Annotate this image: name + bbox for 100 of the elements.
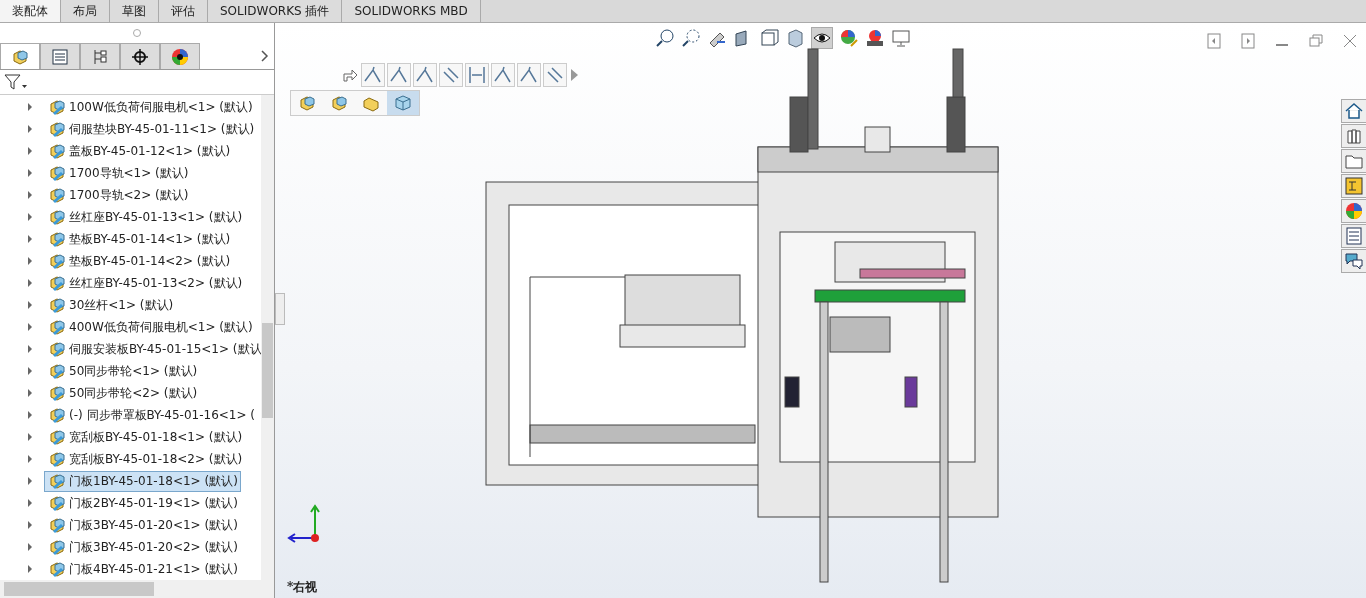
zoom-fit-icon[interactable] bbox=[655, 28, 675, 48]
hide-show-eye-icon[interactable] bbox=[811, 27, 833, 49]
configuration-icon bbox=[91, 47, 109, 66]
expand-arrow-icon[interactable] bbox=[28, 147, 32, 155]
expand-arrow-icon[interactable] bbox=[28, 257, 32, 265]
angle-mate-icon[interactable] bbox=[517, 63, 541, 87]
component-icon bbox=[47, 383, 67, 403]
assembly-icon bbox=[329, 93, 349, 113]
tree-item[interactable]: 50同步带轮<2> (默认) bbox=[44, 382, 201, 404]
distance-mate-icon[interactable] bbox=[465, 63, 489, 87]
tree-item[interactable]: 门板3BY-45-01-20<2> (默认) bbox=[44, 536, 241, 558]
crosshair-icon bbox=[131, 47, 149, 66]
expand-arrow-icon[interactable] bbox=[28, 235, 32, 243]
expand-arrow-icon[interactable] bbox=[28, 367, 32, 375]
zoom-area-icon[interactable] bbox=[681, 28, 701, 48]
play-icon[interactable] bbox=[569, 68, 579, 82]
tree-item[interactable]: 门板3BY-45-01-20<1> (默认) bbox=[44, 514, 241, 536]
tree-item[interactable]: 垫板BY-45-01-14<1> (默认) bbox=[44, 228, 234, 250]
home-icon[interactable] bbox=[1344, 101, 1364, 121]
component-icon bbox=[47, 141, 67, 161]
angle-mate-icon[interactable] bbox=[361, 63, 385, 87]
chat-icon[interactable] bbox=[1344, 251, 1364, 271]
breadcrumb-item[interactable] bbox=[387, 91, 419, 115]
scene-icon[interactable] bbox=[865, 28, 885, 48]
component-icon bbox=[47, 537, 67, 557]
cube-icon bbox=[393, 93, 413, 113]
expand-arrow-icon[interactable] bbox=[28, 521, 32, 529]
tree-item[interactable]: 1700导轨<1> (默认) bbox=[44, 162, 192, 184]
tree-item[interactable]: 1700导轨<2> (默认) bbox=[44, 184, 192, 206]
component-icon bbox=[47, 163, 67, 183]
parallel-mate-icon[interactable] bbox=[543, 63, 567, 87]
component-icon bbox=[47, 207, 67, 227]
angle-mate-icon[interactable] bbox=[413, 63, 437, 87]
expand-arrow-icon[interactable] bbox=[28, 191, 32, 199]
expand-arrow-icon[interactable] bbox=[28, 301, 32, 309]
expand-arrow-icon[interactable] bbox=[28, 455, 32, 463]
expand-arrow-icon[interactable] bbox=[28, 499, 32, 507]
view-label: *右视 bbox=[287, 579, 318, 596]
panel-tab[interactable] bbox=[160, 43, 200, 69]
tree-item[interactable]: 宽刮板BY-45-01-18<2> (默认) bbox=[44, 448, 246, 470]
tree-item[interactable]: 400W低负荷伺服电机<1> (默认) bbox=[44, 316, 256, 338]
scrollbar-thumb[interactable] bbox=[4, 582, 154, 596]
command-tab[interactable]: 装配体 bbox=[0, 0, 61, 22]
panel-collapse-handle[interactable] bbox=[275, 293, 285, 325]
parallel-mate-icon[interactable] bbox=[439, 63, 463, 87]
component-icon bbox=[47, 295, 67, 315]
tree-item[interactable]: 伺服垫块BY-45-01-11<1> (默认) bbox=[44, 118, 258, 140]
expand-arrow-icon[interactable] bbox=[28, 433, 32, 441]
tree-item[interactable]: 盖板BY-45-01-12<1> (默认) bbox=[44, 140, 234, 162]
expand-arrow-icon[interactable] bbox=[28, 345, 32, 353]
filter-icon[interactable] bbox=[4, 73, 28, 91]
component-icon bbox=[47, 339, 67, 359]
expand-arrow-icon[interactable] bbox=[28, 323, 32, 331]
color-ball-icon[interactable] bbox=[1344, 201, 1364, 221]
expand-arrow-icon[interactable] bbox=[28, 125, 32, 133]
tree-item[interactable]: 30丝杆<1> (默认) bbox=[44, 294, 177, 316]
edit-appearance-icon[interactable] bbox=[839, 28, 859, 48]
component-icon bbox=[47, 361, 67, 381]
color-ball-icon bbox=[171, 47, 189, 66]
tree-item[interactable]: 50同步带轮<1> (默认) bbox=[44, 360, 201, 382]
expand-arrow-icon[interactable] bbox=[28, 411, 32, 419]
tree-item[interactable]: 丝杠座BY-45-01-13<2> (默认) bbox=[44, 272, 246, 294]
expand-arrow-icon[interactable] bbox=[28, 565, 32, 573]
expand-arrow-icon[interactable] bbox=[28, 543, 32, 551]
panel-tab[interactable] bbox=[120, 43, 160, 69]
component-icon bbox=[47, 427, 67, 447]
layout-icon[interactable] bbox=[1344, 176, 1364, 196]
property-list-icon[interactable] bbox=[1344, 226, 1364, 246]
component-icon bbox=[47, 317, 67, 337]
expand-arrow-icon[interactable] bbox=[28, 213, 32, 221]
tree-item[interactable]: 丝杠座BY-45-01-13<1> (默认) bbox=[44, 206, 246, 228]
expand-arrow-icon[interactable] bbox=[28, 103, 32, 111]
component-icon bbox=[47, 559, 67, 579]
assembly-icon bbox=[297, 93, 317, 113]
tree-item[interactable]: (-) 同步带罩板BY-45-01-16<1> ( bbox=[44, 404, 259, 426]
scrollbar-thumb[interactable] bbox=[262, 323, 273, 418]
tree-item[interactable]: 100W低负荷伺服电机<1> (默认) bbox=[44, 96, 256, 118]
angle-mate-icon[interactable] bbox=[387, 63, 411, 87]
tree-item[interactable]: 伺服安装板BY-45-01-15<1> (默认 bbox=[44, 338, 261, 360]
view-orientation-icon[interactable] bbox=[759, 28, 779, 48]
tree-item[interactable]: 门板1BY-45-01-18<1> (默认) bbox=[44, 470, 241, 492]
books-icon[interactable] bbox=[1344, 126, 1364, 146]
tree-item[interactable]: 门板4BY-45-01-21<1> (默认) bbox=[44, 558, 241, 580]
component-icon bbox=[47, 97, 67, 117]
angle-mate-icon[interactable] bbox=[491, 63, 515, 87]
chevron-right-icon[interactable] bbox=[260, 49, 270, 63]
tree-item[interactable]: 宽刮板BY-45-01-18<1> (默认) bbox=[44, 426, 246, 448]
component-icon bbox=[47, 471, 67, 491]
tree-item[interactable]: 门板2BY-45-01-19<1> (默认) bbox=[44, 492, 241, 514]
expand-arrow-icon[interactable] bbox=[28, 389, 32, 397]
expand-arrow-icon[interactable] bbox=[28, 279, 32, 287]
expand-arrow-icon[interactable] bbox=[28, 477, 32, 485]
display-style-icon[interactable] bbox=[785, 28, 805, 48]
tree-item[interactable]: 垫板BY-45-01-14<2> (默认) bbox=[44, 250, 234, 272]
component-icon bbox=[47, 493, 67, 513]
component-icon bbox=[47, 449, 67, 469]
property-list-icon bbox=[51, 47, 69, 66]
expand-arrow-icon[interactable] bbox=[28, 169, 32, 177]
component-icon bbox=[47, 405, 67, 425]
component-icon bbox=[47, 119, 67, 139]
